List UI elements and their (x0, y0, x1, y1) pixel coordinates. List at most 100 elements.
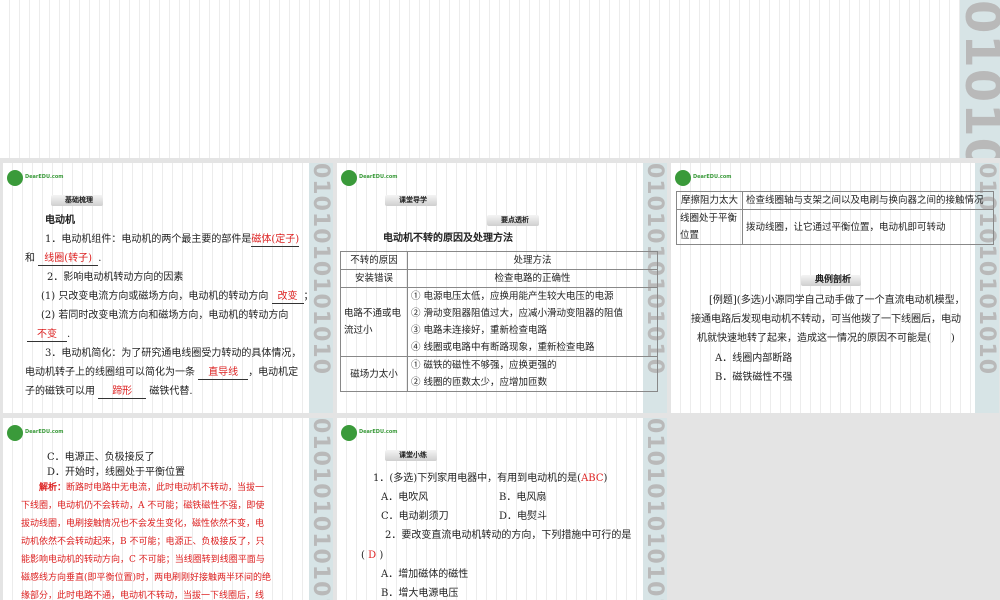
analysis-line: 拔动线圈，电刷接触情况也不会发生变化，磁性依然不变，电 (21, 519, 265, 529)
text: 子的磁铁可以用 (25, 386, 95, 397)
reason-cell: 安装错误 (340, 269, 408, 288)
logo-icon (675, 169, 691, 186)
heading: 电动机 (45, 215, 75, 226)
analysis-line: 磁感线方向垂直(即平衡位置)时，两电刷刚好接触两半环间的绝 (21, 573, 272, 583)
binary-decoration-text: 0101010101010 (309, 163, 333, 375)
method-item: ① 磁铁的磁性不够强，应换更强的 (411, 360, 557, 371)
answer-blank: 线圈(转子) (38, 252, 99, 266)
text: 1．电动机组件：电动机的两个最主要的部件是 (45, 234, 252, 245)
question-2: 2．要改变直流电动机转动的方向，下列措施中可行的是 (385, 530, 632, 541)
answer-blank: 不变 (27, 328, 67, 342)
method-item: ① 电源电压太低，应换用能产生较大电压的电源 (411, 291, 614, 302)
option-a: A．线圈内部断路 (715, 353, 793, 364)
method-item: ③ 电路未连接好，重新检查电路 (411, 325, 548, 336)
bracket: ) (379, 550, 384, 561)
q2-option-a: A．增加磁体的磁性 (381, 569, 469, 580)
slide-thumbnail-5[interactable]: DearEDU.com 0101010101010 课堂小练 1．(多选)下列家… (337, 418, 667, 600)
heading: 电动机不转的原因及处理方法 (383, 233, 513, 244)
table-row: 线圈处于平衡位置 拨动线圈，让它通过平衡位置，电动机即可转动 (676, 209, 994, 245)
text-line: 子的磁铁可以用 蹄形 磁铁代替. (25, 382, 193, 401)
table-row: 安装错误 检查电路的正确性 (340, 269, 658, 288)
analysis-label: 解析： (39, 483, 67, 493)
logo-text: DearEDU.com (25, 174, 64, 180)
method-cell: 检查电路的正确性 (407, 269, 658, 288)
logo-text: DearEDU.com (359, 174, 398, 180)
table-row: 磁场力太小 ① 磁铁的磁性不够强，应换更强的 ② 线圈的匝数太少，应增加匝数 (340, 356, 658, 392)
text-line: (2) 若同时改变电流方向和磁场方向，电动机的转动方向 (41, 310, 289, 321)
slide-thumbnail-2[interactable]: DearEDU.com 0101010101010 课堂导学 要点透析 电动机不… (337, 163, 667, 413)
slide-thumbnail-1[interactable]: DearEDU.com 0101010101010 基础梳理 电动机 1．电动机… (3, 163, 333, 413)
text-line: 电动机转子上的线圈组可以简化为一条 直导线 ，电动机定 (25, 363, 298, 382)
text-line: 不变. (27, 325, 70, 344)
option-b: B．电风扇 (499, 492, 547, 503)
answer-blank: 磁体(定子) (251, 234, 300, 247)
option-d: D．电熨斗 (499, 511, 548, 522)
analysis: 解析：断路时电路中无电流，此时电动机不转动，当拔一 下线圈，电动机仍不会转动，A… (21, 479, 316, 600)
text-line: (1) 只改变电流方向或磁场方向，电动机的转动方向 改变； (41, 287, 314, 306)
analysis-line: 能影响电动机的转动方向，C 不可能；当线圈转到线圈平面与 (21, 555, 265, 565)
text-line: 2．影响电动机转动方向的因素 (47, 272, 184, 283)
logo-text: DearEDU.com (359, 429, 398, 435)
logo-icon (7, 169, 23, 186)
answer-blank: 直导线 (198, 366, 249, 380)
logo: DearEDU.com (341, 168, 398, 187)
method-cell: ① 磁铁的磁性不够强，应换更强的 ② 线圈的匝数太少，应增加匝数 (407, 356, 658, 392)
question-text: ) (603, 473, 608, 484)
reason-cell: 线圈处于平衡位置 (676, 209, 743, 245)
bracket: ( (361, 550, 365, 561)
analysis-line: 动机依然不会转动起来，B 不可能；电源正、负极接反了，只 (21, 537, 265, 547)
logo-icon (7, 424, 23, 441)
table-row: 电路不通或电流过小 ① 电源电压太低，应换用能产生较大电压的电源 ② 滑动变阻器阻值… (340, 287, 658, 357)
text: (1) 只改变电流方向或磁场方向，电动机的转动方向 (41, 291, 269, 302)
subsection-tag: 要点透析 (487, 215, 539, 226)
table-row: 摩擦阻力太大 检查线圈轴与支架之间以及电刷与换向器之间的接触情况 (676, 191, 994, 210)
binary-decoration-text: 0101010101010 (960, 0, 1000, 158)
reasons-table-continued: 摩擦阻力太大 检查线圈轴与支架之间以及电刷与换向器之间的接触情况 线圈处于平衡位置… (676, 191, 994, 245)
answer: D (368, 550, 377, 561)
text-line: 1．电动机组件：电动机的两个最主要的部件是磁体(定子) (45, 230, 300, 249)
slide-thumbnail-3[interactable]: DearEDU.com 0101010101010 摩擦阻力太大 检查线圈轴与支架… (671, 163, 999, 413)
previous-slide-fragment[interactable]: 0101010101010 (0, 0, 1000, 158)
text: ； (303, 291, 314, 302)
method-item: ② 滑动变阻器阻值过大，应减小滑动变阻器的阻值 (411, 308, 624, 319)
logo: DearEDU.com (675, 168, 732, 187)
reasons-table: 不转的原因 处理方法 安装错误 检查电路的正确性 电路不通或电流过小 ① 电源电压太低… (340, 251, 658, 392)
method-cell: 拨动线圈，让它通过平衡位置，电动机即可转动 (742, 209, 994, 245)
method-item: ④ 线圈或电路中有断路现象，重新检查电路 (411, 342, 595, 353)
text-line: 3．电动机简化：为了研究通电线圈受力转动的具体情况， (45, 348, 302, 359)
text: 和 (25, 253, 35, 264)
analysis-line: 缘部分，此时电路不通，电动机不转动，当拔一下线圈后，线 (21, 591, 265, 600)
analysis-line: 下线圈，电动机仍不会转动，A 不可能；磁铁磁性不强，即使 (21, 501, 265, 511)
text-line: 和 线圈(转子). (25, 249, 101, 268)
section-tag: 课堂小练 (385, 450, 437, 461)
header-cell: 处理方法 (407, 251, 658, 270)
question-1: 1．(多选)下列家用电器中，有用到电动机的是(ABC) (373, 469, 607, 488)
binary-decoration: 0101010101010 (643, 418, 667, 600)
header-cell: 不转的原因 (340, 251, 408, 270)
question-text: 1．(多选)下列家用电器中，有用到电动机的是( (373, 473, 582, 484)
option-a: A．电吹风 (381, 492, 429, 503)
method-cell: ① 电源电压太低，应换用能产生较大电压的电源 ② 滑动变阻器阻值过大，应减小滑动变… (407, 287, 658, 357)
subsection-tag: 典例剖析 (801, 275, 862, 286)
method-cell: 检查线圈轴与支架之间以及电刷与换向器之间的接触情况 (742, 191, 994, 210)
table-header-row: 不转的原因 处理方法 (340, 251, 658, 270)
option-b: B．磁铁磁性不强 (715, 372, 793, 383)
logo-icon (341, 424, 357, 441)
text: 磁铁代替. (149, 386, 193, 397)
slide-thumbnail-4[interactable]: DearEDU.com 0101010101010 C．电源正、负极接反了 D．… (3, 418, 333, 600)
section-tag: 基础梳理 (51, 195, 103, 206)
option-c: C．电动剃须刀 (381, 511, 449, 522)
binary-decoration: 0101010101010 (960, 0, 1000, 158)
method-item: ② 线圈的匝数太少，应增加匝数 (411, 377, 548, 388)
answer: ABC (581, 473, 604, 484)
logo: DearEDU.com (7, 423, 64, 442)
reason-cell: 电路不通或电流过小 (340, 287, 408, 357)
text: ，电动机定 (248, 367, 299, 378)
answer-blank: 蹄形 (98, 385, 147, 399)
text-line: [例题](多选)小源同学自己动手做了一个直流电动机模型， (709, 295, 965, 306)
text: 电动机转子上的线圈组可以简化为一条 (25, 367, 195, 378)
binary-decoration-text: 0101010101010 (643, 418, 667, 600)
logo: DearEDU.com (7, 168, 64, 187)
text: . (98, 253, 102, 264)
answer-blank: 改变 (271, 290, 304, 304)
